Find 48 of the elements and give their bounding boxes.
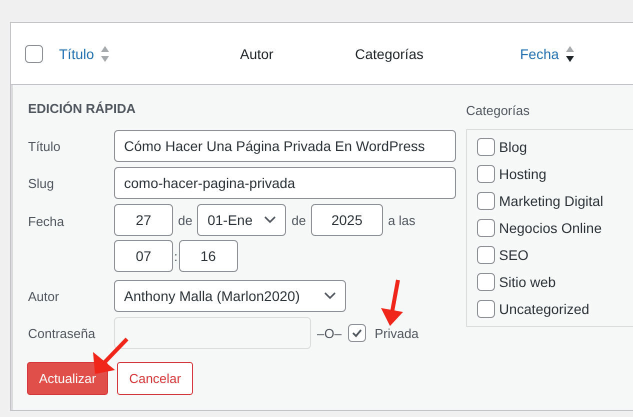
arrow-icon <box>378 278 406 328</box>
chevron-down-icon <box>324 292 336 300</box>
column-header-link[interactable]: Título <box>59 46 94 62</box>
checkbox[interactable] <box>348 324 366 342</box>
hour-field[interactable]: 07 <box>114 240 173 272</box>
update-button[interactable]: Actualizar <box>27 362 108 395</box>
field-label: Contraseña <box>28 326 96 340</box>
year-field[interactable]: 2025 <box>310 204 383 236</box>
slug-field[interactable]: como-hacer-pagina-privada <box>114 167 456 199</box>
field-label: Fecha <box>28 214 66 229</box>
checkbox[interactable] <box>477 246 495 264</box>
checkbox[interactable] <box>25 44 43 62</box>
column-header: Autor <box>240 46 274 62</box>
month-select[interactable]: 01-Ene <box>197 204 286 236</box>
category-label: Uncategorized <box>499 301 590 317</box>
check-icon <box>350 327 363 339</box>
section-heading: EDICIÓN RÁPIDA <box>28 101 137 116</box>
category-label: SEO <box>499 247 529 263</box>
checkbox[interactable] <box>477 273 495 291</box>
checkbox[interactable] <box>477 165 495 183</box>
field-label: Slug <box>28 176 56 190</box>
date-separator: de <box>291 212 306 228</box>
password-field[interactable] <box>114 317 311 349</box>
checkbox[interactable] <box>477 300 495 318</box>
minute-field[interactable]: 16 <box>178 240 238 272</box>
checkbox[interactable] <box>477 219 495 237</box>
checkbox[interactable] <box>477 192 495 210</box>
checkbox-label: Privada <box>374 326 419 340</box>
day-field[interactable]: 27 <box>114 204 173 236</box>
column-header: Categorías <box>355 46 424 62</box>
column-header-link[interactable]: Fecha <box>520 46 559 62</box>
title-field[interactable]: Cómo Hacer Una Página Privada En WordPress <box>114 130 456 162</box>
checkbox[interactable] <box>477 138 495 156</box>
cancel-button[interactable]: Cancelar <box>117 362 194 395</box>
date-separator: de <box>178 212 192 228</box>
time-separator: : <box>174 248 178 264</box>
category-label: Negocios Online <box>499 220 602 236</box>
chevron-down-icon <box>264 216 276 224</box>
field-label: Título <box>28 138 62 154</box>
categories-label: Categorías <box>466 103 531 118</box>
date-separator: a las <box>388 212 416 228</box>
field-label: Autor <box>28 288 60 304</box>
category-label: Blog <box>499 139 528 155</box>
author-select[interactable]: Anthony Malla (Marlon2020) <box>114 280 346 312</box>
category-label: Hosting <box>499 166 546 182</box>
or-separator: –O– <box>317 326 342 340</box>
category-label: Marketing Digital <box>499 193 604 209</box>
category-label: Sitio web <box>499 274 556 290</box>
